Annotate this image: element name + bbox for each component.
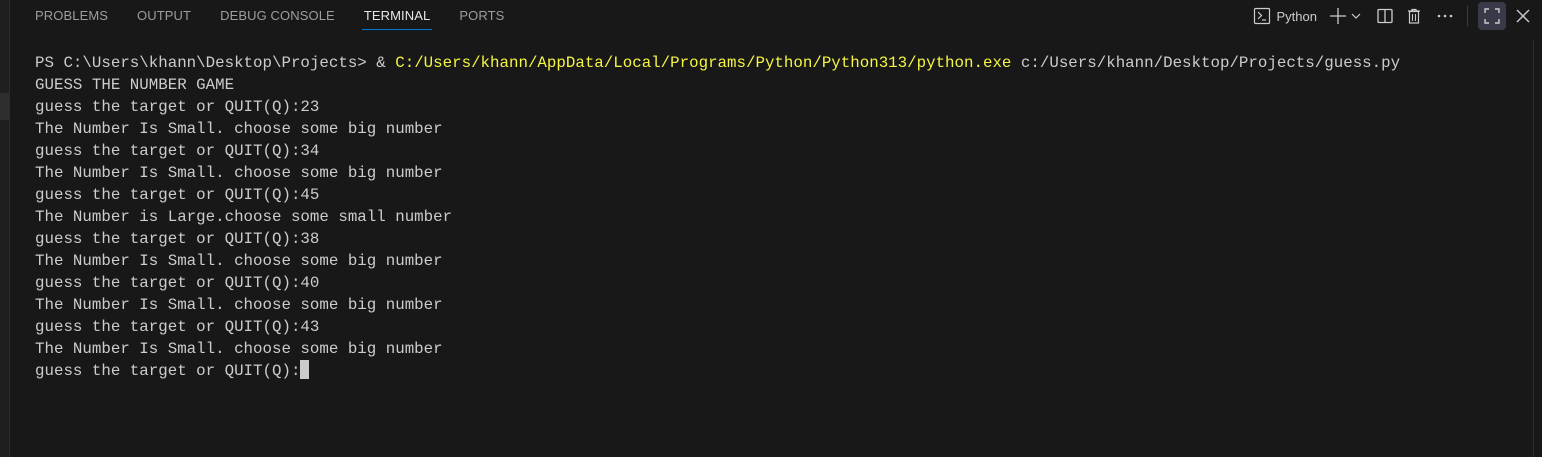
plus-icon [1329, 7, 1347, 25]
command-line: PS C:\Users\khann\Desktop\Projects> & C:… [35, 52, 1400, 74]
split-icon [1377, 8, 1393, 24]
terminal-profile-label: Python [1276, 8, 1317, 24]
output-line: guess the target or QUIT(Q):23 [35, 98, 320, 116]
tab-output[interactable]: OUTPUT [137, 0, 191, 32]
input-prompt: guess the target or QUIT(Q): [35, 362, 301, 380]
chevron-down-icon [1351, 12, 1361, 20]
terminal-output[interactable]: PS C:\Users\khann\Desktop\Projects> & C:… [35, 52, 1400, 382]
output-line: The Number Is Small. choose some big num… [35, 340, 443, 358]
output-line: guess the target or QUIT(Q):34 [35, 142, 320, 160]
input-line[interactable]: guess the target or QUIT(Q): [35, 360, 1400, 382]
launch-profile-dropdown[interactable] [1351, 12, 1361, 20]
output-line: The Number Is Small. choose some big num… [35, 296, 443, 314]
maximize-panel-button[interactable] [1478, 2, 1506, 30]
close-icon [1516, 9, 1530, 23]
more-actions-button[interactable] [1437, 14, 1453, 18]
panel-tabs: PROBLEMS OUTPUT DEBUG CONSOLE TERMINAL P… [35, 0, 533, 32]
actions-divider [1467, 6, 1468, 26]
panel-actions: Python [1253, 0, 1542, 32]
tab-terminal[interactable]: TERMINAL [361, 0, 432, 32]
kill-terminal-button[interactable] [1407, 8, 1421, 24]
output-line: The Number Is Small. choose some big num… [35, 252, 443, 270]
tab-debug-console[interactable]: DEBUG CONSOLE [220, 0, 335, 32]
output-line: guess the target or QUIT(Q):40 [35, 274, 320, 292]
terminal-icon [1253, 7, 1271, 25]
output-line: guess the target or QUIT(Q):45 [35, 186, 320, 204]
trash-icon [1407, 8, 1421, 24]
output-line: The Number Is Small. choose some big num… [35, 164, 443, 182]
left-gutter [0, 0, 10, 457]
command-argument: c:/Users/khann/Desktop/Projects/guess.py [1011, 54, 1401, 72]
ellipsis-icon [1437, 14, 1453, 18]
tab-ports[interactable]: PORTS [459, 0, 504, 32]
tab-problems[interactable]: PROBLEMS [35, 0, 108, 32]
terminal-cursor [300, 360, 310, 379]
output-line: The Number is Large.choose some small nu… [35, 208, 453, 226]
maximize-icon [1484, 8, 1500, 24]
output-line: guess the target or QUIT(Q):38 [35, 230, 320, 248]
gutter-marker [0, 93, 9, 120]
command-executable: C:/Users/khann/AppData/Local/Programs/Py… [395, 54, 1012, 72]
output-line: guess the target or QUIT(Q):43 [35, 318, 320, 336]
new-terminal-button[interactable] [1329, 7, 1347, 25]
output-line: GUESS THE NUMBER GAME [35, 76, 235, 94]
output-line: The Number Is Small. choose some big num… [35, 120, 443, 138]
terminal-profile-button[interactable]: Python [1253, 7, 1317, 25]
scrollbar-track[interactable] [1533, 40, 1534, 457]
prompt: PS C:\Users\khann\Desktop\Projects> & [35, 54, 396, 72]
split-terminal-button[interactable] [1377, 8, 1393, 24]
close-panel-button[interactable] [1516, 9, 1530, 23]
